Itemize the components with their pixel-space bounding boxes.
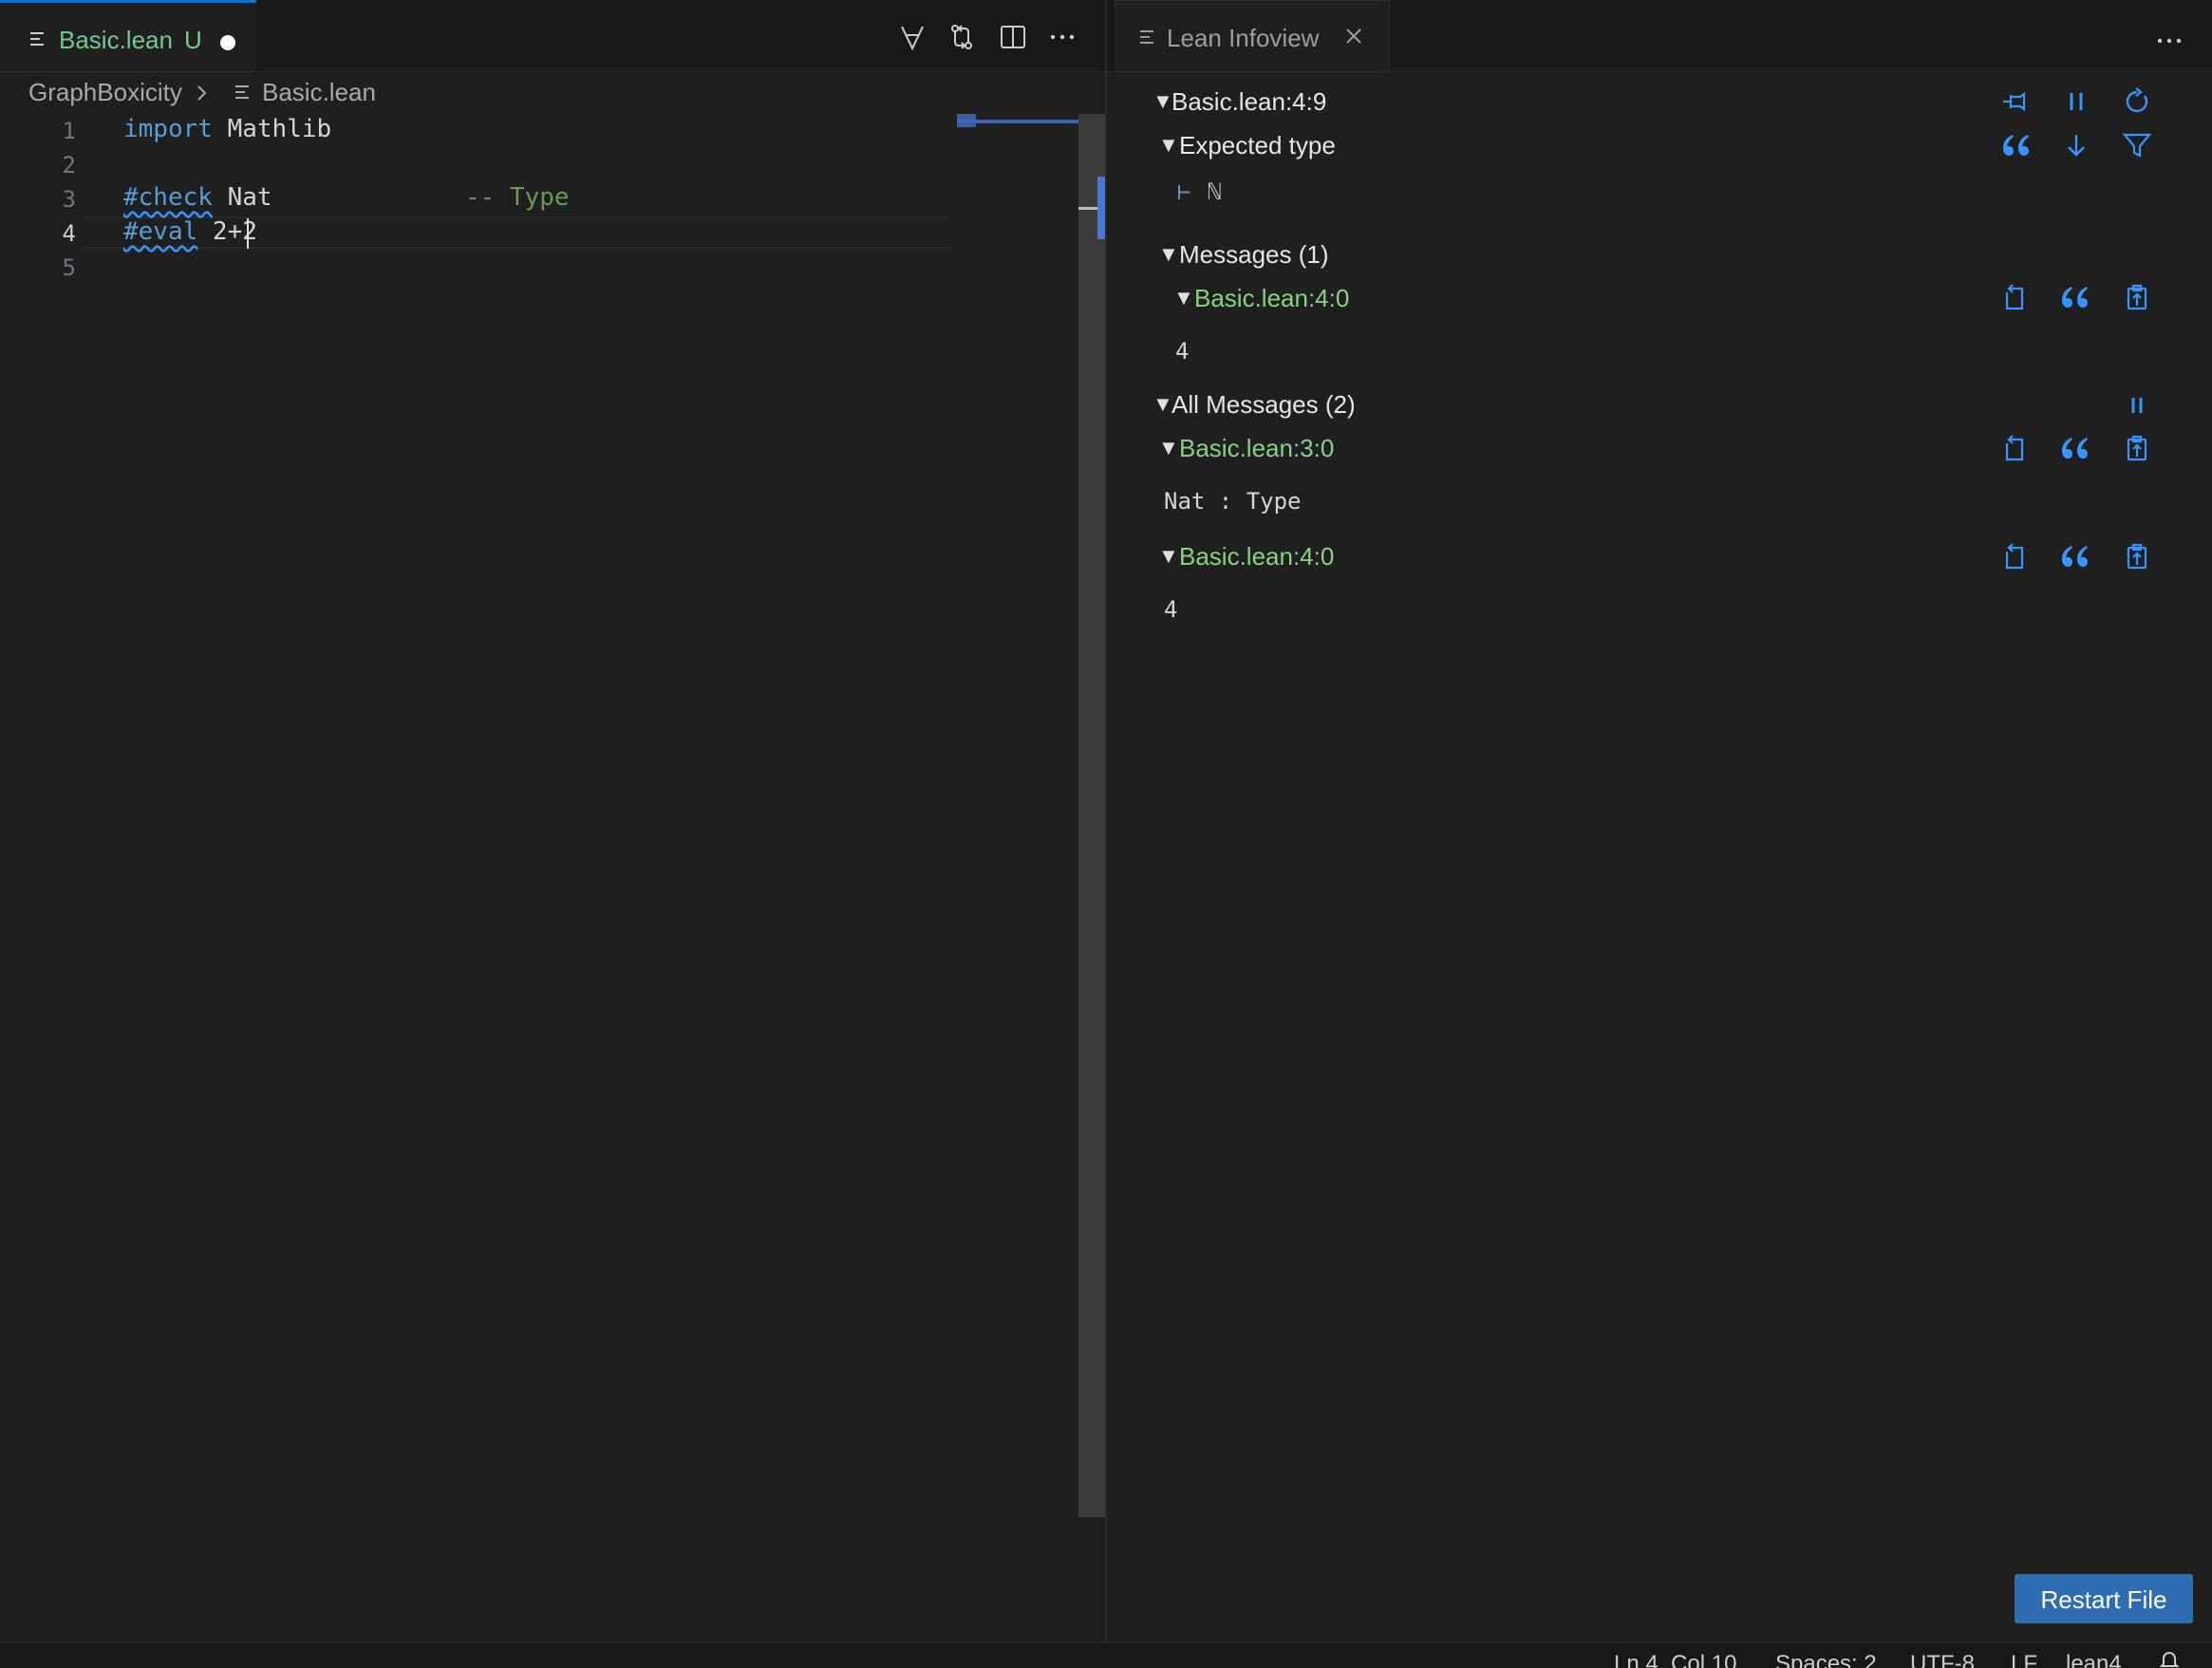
clipboard-icon[interactable] bbox=[2121, 432, 2153, 464]
collapse-triangle-icon[interactable]: ▼ bbox=[1158, 242, 1179, 267]
more-actions-icon[interactable] bbox=[1048, 23, 1077, 51]
collapse-triangle-icon[interactable]: ▼ bbox=[1173, 286, 1194, 310]
quote-icon[interactable] bbox=[2058, 281, 2090, 313]
line-number: 2 bbox=[62, 152, 76, 178]
code-comment: -- Type bbox=[465, 183, 570, 212]
command-token: #eval bbox=[123, 217, 198, 246]
pause-icon[interactable] bbox=[2121, 389, 2153, 422]
text-cursor bbox=[247, 218, 249, 249]
encoding-status[interactable]: UTF-8 bbox=[1910, 1651, 1975, 1668]
code-line[interactable]: #eval 2+2 bbox=[123, 217, 257, 246]
identifier-token: Nat bbox=[212, 183, 272, 212]
file-lines-icon bbox=[1138, 28, 1155, 46]
collapse-triangle-icon[interactable]: ▼ bbox=[1158, 544, 1179, 569]
expected-type-label[interactable]: Expected type bbox=[1179, 131, 1336, 160]
command-token: #check bbox=[123, 183, 213, 212]
messages-label[interactable]: Messages (1) bbox=[1179, 240, 1329, 270]
minimap-slider[interactable] bbox=[957, 120, 1080, 123]
copy-to-comment-icon[interactable] bbox=[1999, 432, 2032, 464]
clipboard-icon[interactable] bbox=[2121, 281, 2153, 313]
notifications-bell-icon[interactable] bbox=[2159, 1649, 2180, 1668]
breadcrumb-file[interactable]: Basic.lean bbox=[262, 78, 376, 107]
editor-tab-bar: Basic.lean U bbox=[0, 0, 1105, 72]
quote-icon[interactable] bbox=[1999, 129, 2032, 161]
comment-token: -- Type bbox=[465, 183, 570, 212]
chevron-right-icon bbox=[196, 80, 209, 106]
all-messages-label[interactable]: All Messages (2) bbox=[1172, 390, 1356, 420]
message-location-link[interactable]: Basic.lean:3:0 bbox=[1179, 434, 1334, 463]
clipboard-icon[interactable] bbox=[2121, 540, 2153, 572]
line-number: 1 bbox=[62, 118, 76, 144]
goal-type: ℕ bbox=[1208, 178, 1222, 205]
quote-icon[interactable] bbox=[2058, 540, 2090, 572]
line-number-active: 4 bbox=[62, 220, 76, 247]
infoview-pane: Lean Infoview ▼ Basic.lean:4:9 ▼ Expecte… bbox=[1107, 0, 2212, 1642]
unsaved-dot-icon[interactable] bbox=[220, 35, 235, 50]
cursor-position-marker bbox=[1078, 207, 1097, 210]
message-location-link[interactable]: Basic.lean:4:0 bbox=[1194, 284, 1349, 313]
filter-icon[interactable] bbox=[2121, 129, 2153, 161]
language-status[interactable]: lean4 bbox=[2066, 1651, 2122, 1668]
status-bar: Ln 4, Col 10 Spaces: 2 UTF-8 LF lean4 bbox=[0, 1642, 2212, 1668]
editor-pane: Basic.lean U GraphBoxicity Basic.lean 1 … bbox=[0, 0, 1105, 1642]
editor-tab-basic-lean[interactable]: Basic.lean U bbox=[0, 0, 256, 71]
arrow-down-icon[interactable] bbox=[2060, 129, 2092, 161]
collapse-triangle-icon[interactable]: ▼ bbox=[1158, 436, 1179, 460]
infoview-tab[interactable]: Lean Infoview bbox=[1115, 0, 1390, 71]
line-number: 3 bbox=[62, 186, 76, 213]
more-actions-icon[interactable] bbox=[2155, 27, 2184, 55]
lean-forall-icon[interactable] bbox=[898, 23, 927, 51]
message-location-link[interactable]: Basic.lean:4:0 bbox=[1179, 542, 1334, 572]
collapse-triangle-icon[interactable]: ▼ bbox=[1153, 392, 1173, 417]
code-line[interactable]: import Mathlib bbox=[123, 115, 331, 143]
close-icon[interactable] bbox=[1345, 28, 1362, 45]
untracked-badge: U bbox=[184, 26, 202, 54]
line-number: 5 bbox=[62, 254, 76, 281]
infoview-tab-bar: Lean Infoview bbox=[1107, 0, 2212, 72]
message-content: Nat : Type bbox=[1164, 488, 1302, 515]
infoview-tab-label: Lean Infoview bbox=[1167, 24, 1320, 52]
compare-changes-icon[interactable] bbox=[947, 23, 976, 51]
breadcrumb-folder[interactable]: GraphBoxicity bbox=[28, 78, 182, 107]
code-line[interactable]: #check Nat bbox=[123, 183, 272, 212]
quote-icon[interactable] bbox=[2058, 432, 2090, 464]
indentation-status[interactable]: Spaces: 2 bbox=[1775, 1651, 1877, 1668]
goal-turnstile: ⊢ bbox=[1177, 178, 1191, 205]
collapse-triangle-icon[interactable]: ▼ bbox=[1153, 89, 1173, 114]
editor-scrollbar[interactable] bbox=[1078, 114, 1105, 1517]
copy-to-comment-icon[interactable] bbox=[1999, 281, 2032, 313]
cursor-position-status[interactable]: Ln 4, Col 10 bbox=[1614, 1651, 1736, 1668]
file-lines-icon bbox=[234, 84, 251, 101]
eol-status[interactable]: LF bbox=[2011, 1651, 2037, 1668]
pause-icon[interactable] bbox=[2060, 85, 2092, 118]
refresh-icon[interactable] bbox=[2121, 85, 2153, 118]
message-content: 4 bbox=[1175, 338, 1190, 365]
collapse-triangle-icon[interactable]: ▼ bbox=[1158, 133, 1179, 158]
message-content: 4 bbox=[1164, 596, 1178, 623]
pin-icon[interactable] bbox=[1999, 85, 2032, 118]
keyword-token: import bbox=[123, 115, 213, 143]
scrollbar-thumb[interactable] bbox=[1097, 177, 1105, 239]
position-header[interactable]: Basic.lean:4:9 bbox=[1172, 87, 1326, 117]
copy-to-comment-icon[interactable] bbox=[1999, 540, 2032, 572]
restart-file-button[interactable]: Restart File bbox=[2015, 1574, 2193, 1623]
identifier-token: Mathlib bbox=[212, 115, 332, 143]
file-lines-icon bbox=[28, 30, 46, 47]
editor-tab-label: Basic.lean bbox=[59, 26, 173, 54]
split-editor-icon[interactable] bbox=[999, 23, 1027, 51]
